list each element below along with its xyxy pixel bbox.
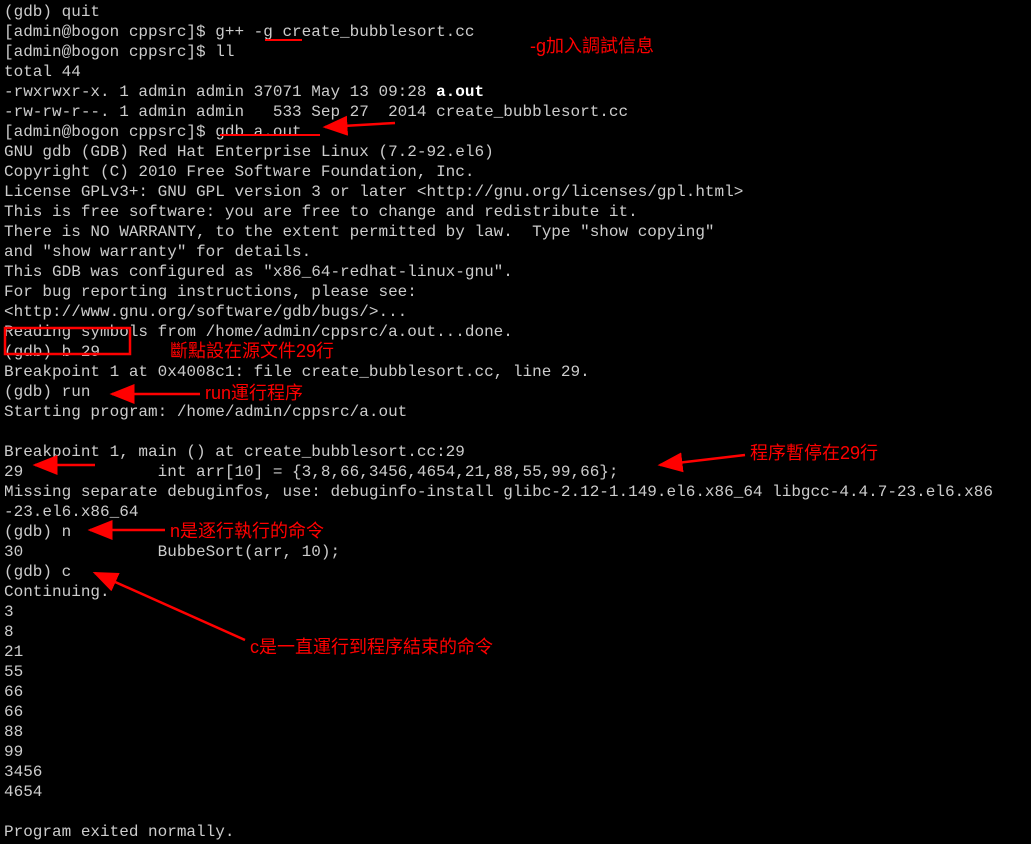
terminal-text: (gdb) run [4,383,90,401]
terminal-text: -rw-rw-r--. 1 admin admin 533 Sep 27 201… [4,103,628,121]
terminal-line: For bug reporting instructions, please s… [4,282,1027,302]
terminal-line: [admin@bogon cppsrc]$ gdb a.out [4,122,1027,142]
terminal-text: (gdb) b 29 [4,343,100,361]
terminal-text: For bug reporting instructions, please s… [4,283,417,301]
terminal-text: Reading symbols from /home/admin/cppsrc/… [4,323,513,341]
terminal-text: 4654 [4,783,42,801]
terminal-text: Continuing. [4,583,110,601]
terminal-text: [admin@bogon cppsrc]$ gdb a.out [4,123,302,141]
terminal-line: Starting program: /home/admin/cppsrc/a.o… [4,402,1027,422]
terminal-line: [admin@bogon cppsrc]$ g++ -g create_bubb… [4,22,1027,42]
terminal-text: 66 [4,683,23,701]
terminal-text: (gdb) n [4,523,71,541]
terminal-line: There is NO WARRANTY, to the extent perm… [4,222,1027,242]
terminal-line: (gdb) b 29 [4,342,1027,362]
terminal-line: 29 int arr[10] = {3,8,66,3456,4654,21,88… [4,462,1027,482]
terminal-line: (gdb) run [4,382,1027,402]
terminal-text: Copyright (C) 2010 Free Software Foundat… [4,163,474,181]
terminal-line: GNU gdb (GDB) Red Hat Enterprise Linux (… [4,142,1027,162]
terminal-text: Breakpoint 1, main () at create_bubbleso… [4,443,465,461]
terminal-line: 88 [4,722,1027,742]
terminal-line: 66 [4,682,1027,702]
terminal-line [4,422,1027,442]
terminal-line: 30 BubbeSort(arr, 10); [4,542,1027,562]
terminal-line: 4654 [4,782,1027,802]
terminal-text: Program exited normally. [4,823,234,841]
terminal-text: [admin@bogon cppsrc]$ ll [4,43,234,61]
terminal-line: 99 [4,742,1027,762]
terminal-text: 55 [4,663,23,681]
terminal-text: License GPLv3+: GNU GPL version 3 or lat… [4,183,743,201]
terminal-line: [admin@bogon cppsrc]$ ll [4,42,1027,62]
terminal-text: (gdb) c [4,563,71,581]
terminal-line: Copyright (C) 2010 Free Software Foundat… [4,162,1027,182]
terminal-text: 21 [4,643,23,661]
terminal-line: (gdb) quit [4,2,1027,22]
terminal-text: Missing separate debuginfos, use: debugi… [4,483,993,501]
terminal-line: 55 [4,662,1027,682]
terminal-text: a.out [436,83,484,101]
terminal-line: -23.el6.x86_64 [4,502,1027,522]
terminal-text: total 44 [4,63,81,81]
terminal-line: 66 [4,702,1027,722]
terminal-text: This is free software: you are free to c… [4,203,638,221]
terminal-text: 99 [4,743,23,761]
terminal-line: -rw-rw-r--. 1 admin admin 533 Sep 27 201… [4,102,1027,122]
terminal-text: GNU gdb (GDB) Red Hat Enterprise Linux (… [4,143,494,161]
terminal-line: This GDB was configured as "x86_64-redha… [4,262,1027,282]
terminal-line: Missing separate debuginfos, use: debugi… [4,482,1027,502]
terminal-line: (gdb) c [4,562,1027,582]
terminal-line: 3456 [4,762,1027,782]
terminal-line: and "show warranty" for details. [4,242,1027,262]
terminal-line: 3 [4,602,1027,622]
terminal-text: -23.el6.x86_64 [4,503,138,521]
terminal-text: -rwxrwxr-x. 1 admin admin 37071 May 13 0… [4,83,436,101]
terminal-line: Continuing. [4,582,1027,602]
terminal-line: This is free software: you are free to c… [4,202,1027,222]
terminal-line: License GPLv3+: GNU GPL version 3 or lat… [4,182,1027,202]
terminal-output[interactable]: (gdb) quit [admin@bogon cppsrc]$ g++ -g c… [0,0,1031,844]
terminal-line: <http://www.gnu.org/software/gdb/bugs/>.… [4,302,1027,322]
terminal-line: Reading symbols from /home/admin/cppsrc/… [4,322,1027,342]
terminal-line: -rwxrwxr-x. 1 admin admin 37071 May 13 0… [4,82,1027,102]
terminal-text: [admin@bogon cppsrc]$ g++ -g create_bubb… [4,23,474,41]
terminal-text: and "show warranty" for details. [4,243,311,261]
terminal-text: 66 [4,703,23,721]
terminal-text: There is NO WARRANTY, to the extent perm… [4,223,715,241]
terminal-text: 3456 [4,763,42,781]
terminal-text: Starting program: /home/admin/cppsrc/a.o… [4,403,407,421]
terminal-line: 8 [4,622,1027,642]
terminal-text: Breakpoint 1 at 0x4008c1: file create_bu… [4,363,590,381]
terminal-text: 29 int arr[10] = {3,8,66,3456,4654,21,88… [4,463,619,481]
terminal-line: Program exited normally. [4,822,1027,842]
terminal-line: 21 [4,642,1027,662]
terminal-text: 3 [4,603,14,621]
terminal-line: Breakpoint 1 at 0x4008c1: file create_bu… [4,362,1027,382]
terminal-text: 30 BubbeSort(arr, 10); [4,543,340,561]
terminal-line: Breakpoint 1, main () at create_bubbleso… [4,442,1027,462]
terminal-line [4,802,1027,822]
terminal-text: This GDB was configured as "x86_64-redha… [4,263,513,281]
terminal-line: total 44 [4,62,1027,82]
terminal-line: (gdb) n [4,522,1027,542]
terminal-text: (gdb) quit [4,3,100,21]
terminal-text: 88 [4,723,23,741]
terminal-text: <http://www.gnu.org/software/gdb/bugs/>.… [4,303,407,321]
terminal-text: 8 [4,623,14,641]
